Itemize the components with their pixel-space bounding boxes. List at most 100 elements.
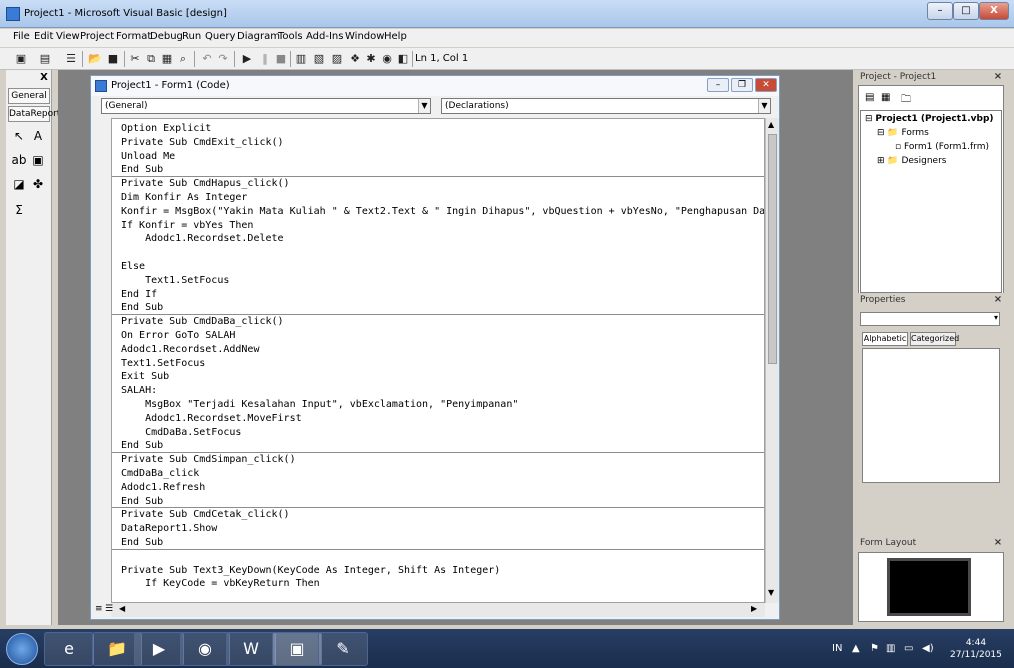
code-line[interactable]: If Konfir = vbYes Then <box>121 220 253 232</box>
form-layout-close-icon[interactable]: × <box>992 537 1004 549</box>
procedure-combo[interactable]: (Declarations) ▼ <box>441 98 771 114</box>
tree-designers-folder[interactable]: ⊞ 📁 Designers <box>877 156 946 166</box>
code-line[interactable]: On Error GoTo SALAH <box>121 330 235 342</box>
code-line[interactable]: CmdDaBa_click <box>121 468 199 480</box>
component-manager-icon[interactable]: ◧ <box>396 52 410 66</box>
code-line[interactable]: Adodc1.Recordset.Delete <box>121 233 283 245</box>
menu-project[interactable]: Project <box>80 31 114 42</box>
code-line[interactable]: Adodc1.Recordset.MoveFirst <box>121 413 302 425</box>
break-icon[interactable]: ‖ <box>258 52 272 66</box>
minimize-button[interactable]: – <box>927 2 953 20</box>
code-line[interactable]: Private Sub Text3_KeyDown(KeyCode As Int… <box>121 565 500 577</box>
properties-object-combo[interactable]: ▾ <box>860 312 1000 326</box>
menu-window[interactable]: Window <box>345 31 384 42</box>
object-browser-icon[interactable]: ❖ <box>348 52 362 66</box>
menu-edit[interactable]: Edit <box>34 31 53 42</box>
vertical-scrollbar[interactable]: ▲ ▼ <box>765 118 779 603</box>
scroll-right-icon[interactable]: ▶ <box>751 604 757 613</box>
code-line[interactable]: Text1.SetFocus <box>121 358 205 370</box>
scroll-up-icon[interactable]: ▲ <box>768 120 774 129</box>
menu-tools[interactable]: Tools <box>278 31 303 42</box>
ie-taskbar-icon[interactable]: e <box>44 632 94 666</box>
menu-editor-icon[interactable]: ☰ <box>64 52 78 66</box>
undo-icon[interactable]: ↶ <box>200 52 214 66</box>
label-tool-icon[interactable]: A <box>30 128 46 144</box>
code-line[interactable]: Private Sub CmdSimpan_click() <box>121 454 296 466</box>
add-form-icon[interactable]: ▤ <box>38 52 52 66</box>
code-line[interactable]: DataReport1.Show <box>121 523 217 535</box>
code-line[interactable]: End Sub <box>121 164 163 176</box>
code-line[interactable]: Adodc1.Recordset.AddNew <box>121 344 259 356</box>
media-taskbar-icon[interactable]: ▶ <box>134 632 184 666</box>
code-line[interactable]: Private Sub CmdCetak_click() <box>121 509 290 521</box>
toolbox-close-icon[interactable]: X <box>38 72 50 84</box>
tree-form1[interactable]: ▫ Form1 (Form1.frm) <box>895 142 989 152</box>
code-line[interactable]: Exit Sub <box>121 371 169 383</box>
code-line[interactable]: SALAH: <box>121 385 157 397</box>
code-line[interactable]: Konfir = MsgBox("Yakin Mata Kuliah " & T… <box>121 206 764 218</box>
code-line[interactable]: Private Sub CmdExit_click() <box>121 137 284 149</box>
code-line[interactable]: End Sub <box>121 302 163 314</box>
code-line[interactable]: Text1.SetFocus <box>121 275 229 287</box>
menu-format[interactable]: Format <box>116 31 151 42</box>
maximize-button[interactable]: □ <box>953 2 979 20</box>
code-line[interactable]: Dim Konfir As Integer <box>121 192 247 204</box>
display-icon[interactable]: ▭ <box>904 643 913 654</box>
tab-alphabetic[interactable]: Alphabetic <box>862 332 908 346</box>
tree-forms-folder[interactable]: ⊟ 📁 Forms <box>877 128 929 138</box>
copy-icon[interactable]: ⧉ <box>144 52 158 66</box>
show-hidden-icons-icon[interactable]: ▲ <box>852 643 860 654</box>
code-line[interactable]: Adodc1.Refresh <box>121 482 205 494</box>
form-layout-icon[interactable]: ▨ <box>330 52 344 66</box>
toolbox-icon[interactable]: ✱ <box>364 52 378 66</box>
full-module-view-icon[interactable]: ☰ <box>105 604 113 614</box>
redo-icon[interactable]: ↷ <box>216 52 230 66</box>
code-line[interactable]: CmdDaBa.SetFocus <box>121 427 241 439</box>
paint-taskbar-icon[interactable]: ✎ <box>318 632 368 666</box>
start-button[interactable] <box>6 633 38 665</box>
project-close-icon[interactable]: × <box>992 71 1004 83</box>
code-editor[interactable]: Option Explicit Private Sub CmdExit_click… <box>111 118 765 603</box>
toolbox-tab-datareport[interactable]: DataReport <box>8 106 60 122</box>
monitor-preview[interactable] <box>887 558 971 616</box>
clock[interactable]: 4:44 27/11/2015 <box>950 637 1002 661</box>
flag-icon[interactable]: ⚑ <box>870 643 879 654</box>
code-line[interactable]: End Sub <box>121 537 163 549</box>
textbox-tool-icon[interactable]: ab <box>11 152 27 168</box>
code-line[interactable]: MsgBox "Terjadi Kesalahan Input", vbExcl… <box>121 399 518 411</box>
code-minimize-button[interactable]: – <box>707 78 729 92</box>
scroll-down-icon[interactable]: ▼ <box>768 588 774 597</box>
code-line[interactable]: Option Explicit <box>121 123 211 135</box>
code-line[interactable]: Unload Me <box>121 151 175 163</box>
scroll-left-icon[interactable]: ◀ <box>119 604 125 613</box>
cut-icon[interactable]: ✂ <box>128 52 142 66</box>
code-line[interactable]: Private Sub CmdDaBa_click() <box>121 316 284 328</box>
menu-query[interactable]: Query <box>205 31 235 42</box>
close-button[interactable]: X <box>979 2 1009 20</box>
start-icon[interactable]: ▶ <box>240 52 254 66</box>
pointer-tool-icon[interactable]: ↖ <box>11 128 27 144</box>
language-indicator[interactable]: IN <box>832 643 842 654</box>
vb-taskbar-icon[interactable]: ▣ <box>272 632 322 666</box>
menu-file[interactable]: File <box>13 31 30 42</box>
view-code-icon[interactable]: ▤ <box>865 92 874 103</box>
menu-view[interactable]: View <box>56 31 80 42</box>
code-line[interactable]: End Sub <box>121 496 163 508</box>
menu-debug[interactable]: Debug <box>150 31 183 42</box>
toolbox-tab-general[interactable]: General <box>8 88 50 104</box>
image-tool-icon[interactable]: ▣ <box>30 152 46 168</box>
code-line[interactable]: Private Sub CmdHapus_click() <box>121 178 290 190</box>
menu-run[interactable]: Run <box>182 31 201 42</box>
toggle-folders-icon[interactable]: 🗀 <box>901 92 911 109</box>
horizontal-scrollbar[interactable]: ≡ ☰ ◀ ▶ <box>95 603 765 617</box>
end-icon[interactable]: ■ <box>274 52 288 66</box>
volume-icon[interactable]: ◀) <box>922 643 934 654</box>
properties-close-icon[interactable]: × <box>992 294 1004 306</box>
add-project-icon[interactable]: ▣ <box>14 52 28 66</box>
properties-window-icon[interactable]: ▧ <box>312 52 326 66</box>
procedure-view-icon[interactable]: ≡ <box>95 604 103 614</box>
code-line[interactable]: If KeyCode = vbKeyReturn Then <box>121 578 320 590</box>
find-icon[interactable]: ⌕ <box>176 52 190 66</box>
properties-grid[interactable] <box>862 348 1000 483</box>
open-icon[interactable]: 📂 <box>88 52 102 66</box>
